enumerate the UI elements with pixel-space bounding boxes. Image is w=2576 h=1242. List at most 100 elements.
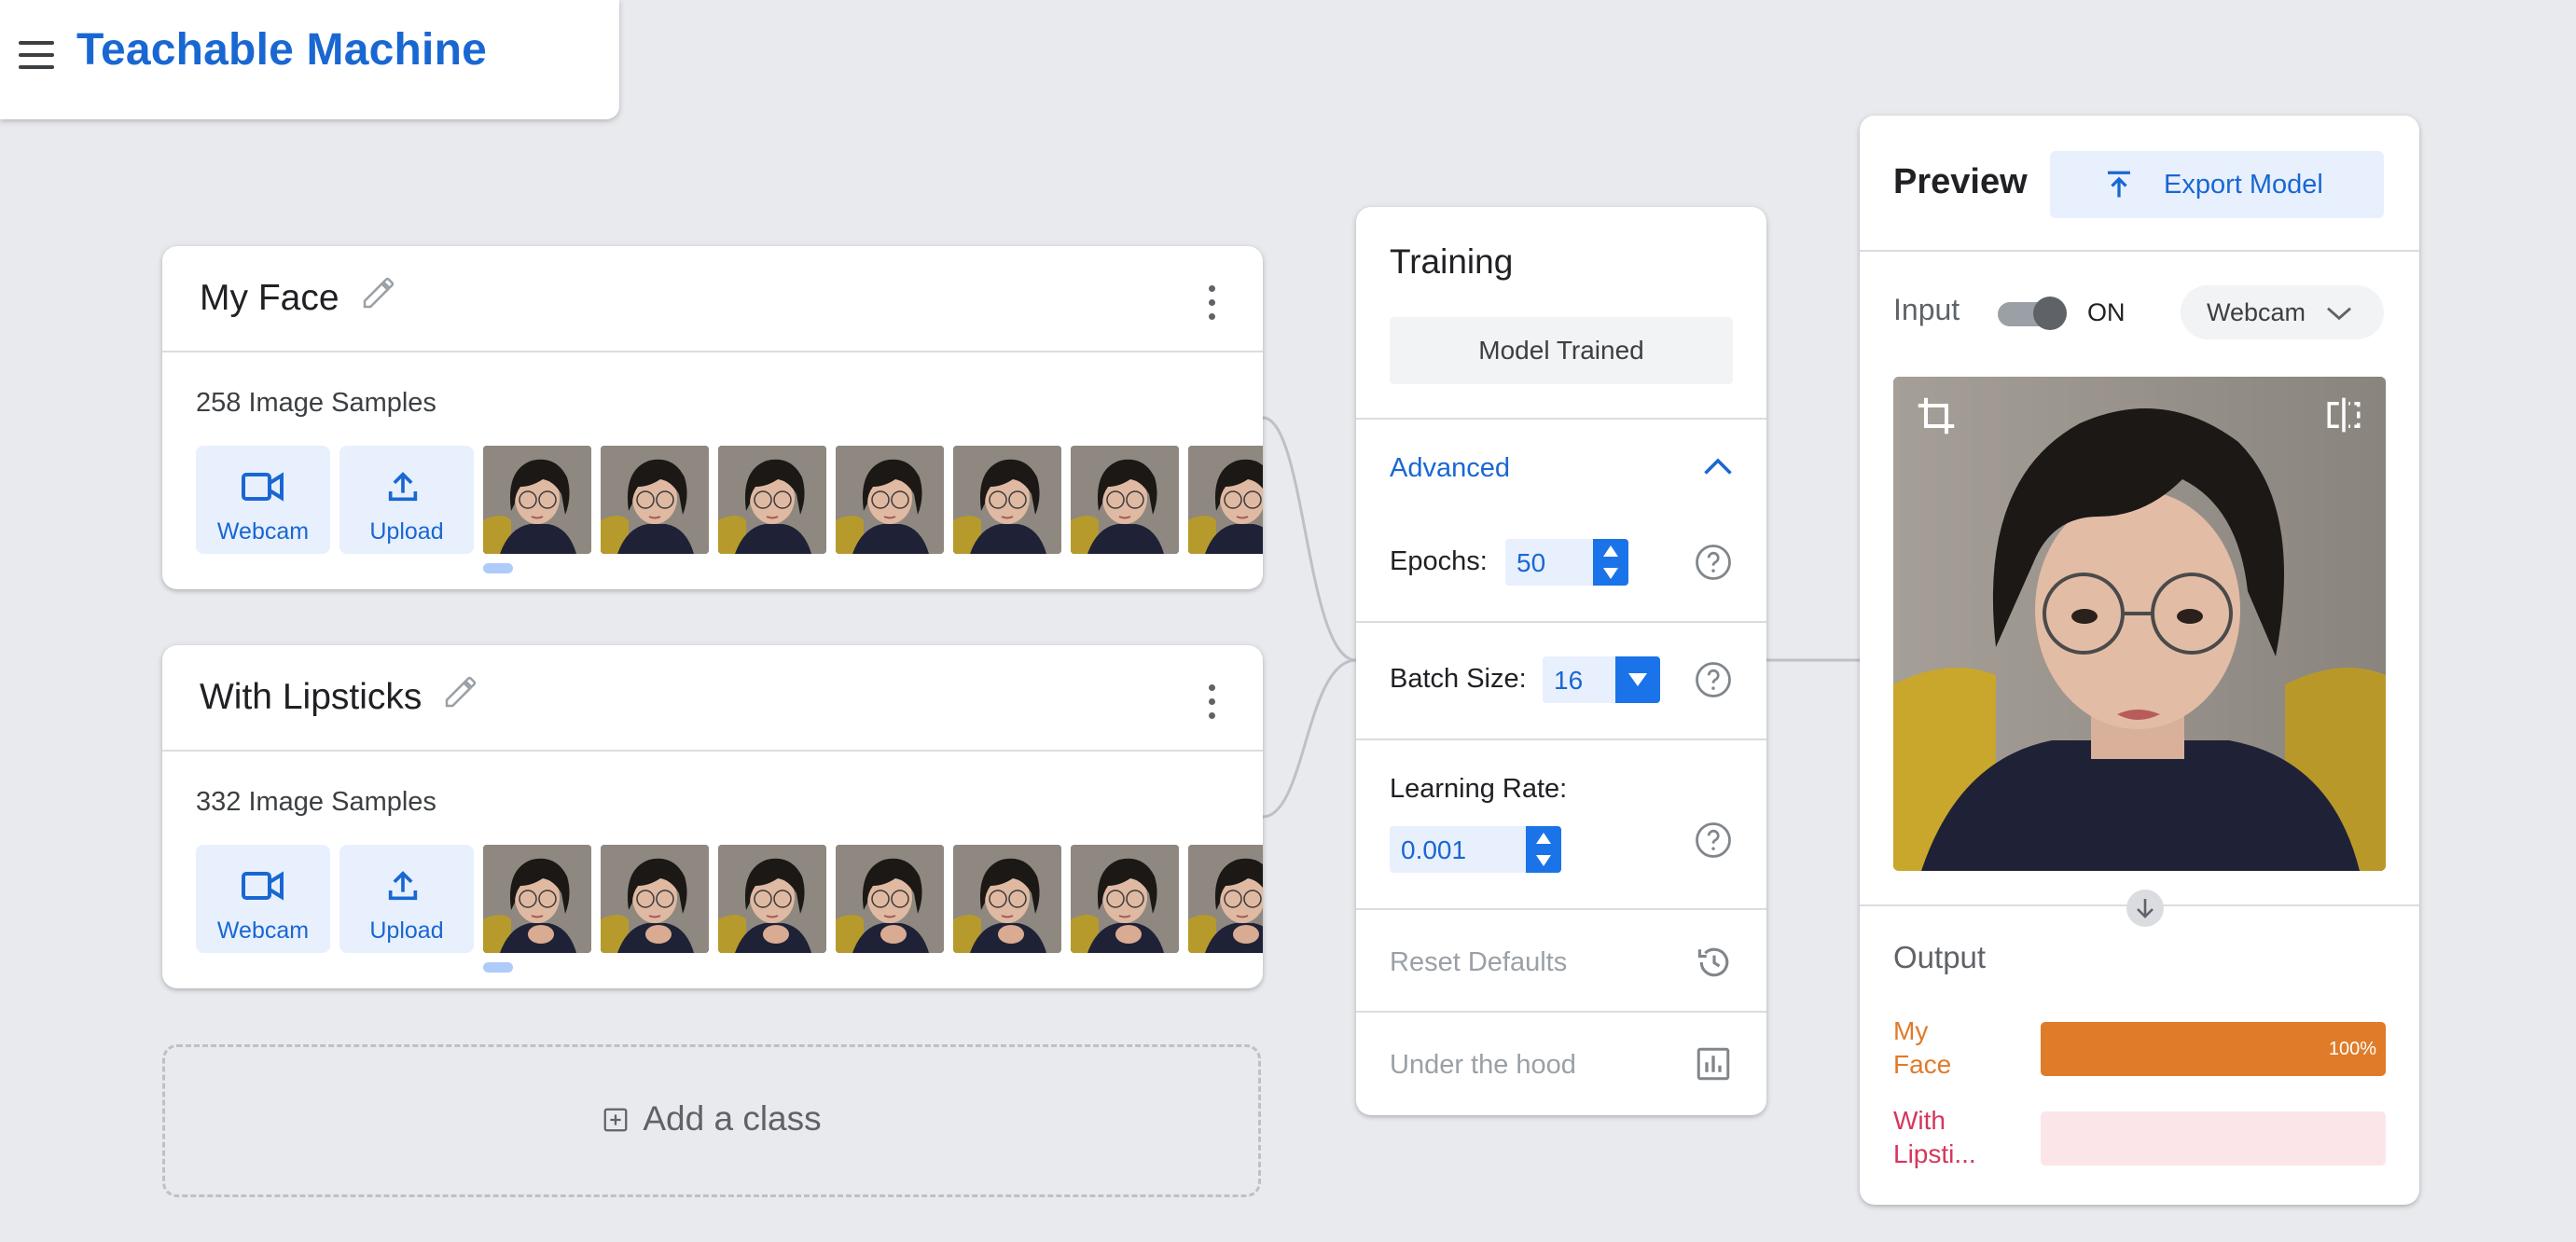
sample-count: 332 Image Samples <box>196 787 436 817</box>
sample-thumbnail[interactable] <box>483 845 591 953</box>
upload-button-label: Upload <box>369 918 444 944</box>
learning-rate-stepper[interactable]: 0.001 <box>1390 826 1561 873</box>
input-source-select[interactable]: Webcam <box>2181 285 2384 339</box>
sample-thumbnail[interactable] <box>718 845 826 953</box>
chevron-down-icon <box>2327 307 2351 321</box>
sample-thumbnail[interactable] <box>836 845 944 953</box>
upload-icon <box>388 871 418 901</box>
plus-box-icon <box>603 1108 628 1132</box>
help-icon[interactable] <box>1694 660 1733 699</box>
confidence-bar: 100% <box>2041 1022 2386 1076</box>
class-header: With Lipsticks <box>162 645 1263 752</box>
upload-icon <box>388 472 418 502</box>
epochs-stepper[interactable]: 50 <box>1505 539 1628 586</box>
sample-thumbnail[interactable] <box>601 446 709 554</box>
upload-button[interactable]: Upload <box>339 845 474 953</box>
webcam-button[interactable]: Webcam <box>196 845 330 953</box>
thumbnail-scroll-indicator[interactable] <box>483 962 513 973</box>
confidence-percent: 100% <box>2328 1039 2376 1059</box>
class-card: With Lipsticks 332 Image Samples Webcam … <box>162 645 1263 988</box>
output-class-label-line: Lipsti... <box>1893 1139 1976 1168</box>
preview-title: Preview <box>1893 162 2028 201</box>
batch-size-select[interactable]: 16 <box>1543 656 1660 703</box>
stepper-arrows-icon[interactable] <box>1526 826 1561 873</box>
under-the-hood-button[interactable]: Under the hood <box>1356 1013 1766 1113</box>
epochs-value: 50 <box>1517 548 1546 577</box>
webcam-button-label: Webcam <box>216 918 310 944</box>
add-class-text: Add a class <box>643 1099 822 1138</box>
class-header: My Face <box>162 246 1263 352</box>
class-name[interactable]: With Lipsticks <box>200 677 422 718</box>
advanced-toggle[interactable]: Advanced <box>1356 420 1766 518</box>
preview-panel: Preview Export Model Input ON Webcam Out… <box>1860 116 2419 1205</box>
sample-thumbnails <box>483 446 1263 554</box>
output-class-label-line: My <box>1893 1016 1929 1045</box>
class-card: My Face 258 Image Samples Webcam Upload <box>162 246 1263 589</box>
sample-thumbnail[interactable] <box>1188 845 1263 953</box>
bar-chart-icon <box>1697 1047 1730 1081</box>
learning-rate-value: 0.001 <box>1401 835 1467 864</box>
train-model-button[interactable]: Model Trained <box>1390 317 1733 384</box>
reset-defaults-button[interactable]: Reset Defaults <box>1356 910 1766 1011</box>
sample-thumbnail[interactable] <box>836 446 944 554</box>
more-options-icon[interactable] <box>1209 684 1216 720</box>
more-options-icon[interactable] <box>1209 285 1216 321</box>
input-label: Input <box>1893 293 1960 326</box>
confidence-bar <box>2041 1111 2386 1166</box>
export-model-button[interactable]: Export Model <box>2050 151 2384 218</box>
epochs-label: Epochs: <box>1390 546 1488 576</box>
training-title: Training <box>1390 242 1514 281</box>
video-camera-icon <box>242 472 284 502</box>
output-label: Output <box>1893 940 1987 974</box>
webcam-preview <box>1893 377 2386 871</box>
edit-pencil-icon[interactable] <box>360 274 397 311</box>
history-icon <box>1697 947 1729 977</box>
sample-thumbnail[interactable] <box>718 446 826 554</box>
output-class-label-line: With <box>1893 1106 1946 1135</box>
learning-rate-label: Learning Rate: <box>1390 774 1568 804</box>
reset-defaults-label: Reset Defaults <box>1390 947 1568 977</box>
help-icon[interactable] <box>1694 543 1733 582</box>
video-camera-icon <box>242 871 284 901</box>
batch-size-value: 16 <box>1554 666 1584 695</box>
train-model-button-label: Model Trained <box>1478 336 1644 365</box>
flip-horizontal-icon[interactable] <box>2324 395 2363 435</box>
sample-count: 258 Image Samples <box>196 388 436 418</box>
toggle-state-label: ON <box>2087 298 2126 326</box>
arrow-down-icon <box>2126 890 2164 927</box>
help-icon[interactable] <box>1694 821 1733 860</box>
sample-thumbnails <box>483 845 1263 953</box>
training-panel: Training Model Trained Advanced Epochs: … <box>1356 207 1766 1115</box>
sample-thumbnail[interactable] <box>1071 845 1179 953</box>
edit-pencil-icon[interactable] <box>442 673 479 711</box>
advanced-label: Advanced <box>1390 453 1510 483</box>
dropdown-arrow-icon[interactable] <box>1615 656 1660 703</box>
class-name[interactable]: My Face <box>200 278 339 319</box>
under-the-hood-label: Under the hood <box>1390 1050 1576 1080</box>
sample-thumbnail[interactable] <box>953 446 1061 554</box>
crop-icon[interactable] <box>1916 395 1957 436</box>
sample-thumbnail[interactable] <box>601 845 709 953</box>
output-class-label: With Lipsti... <box>1893 1104 1976 1171</box>
input-toggle[interactable] <box>1998 297 2067 330</box>
webcam-button-label: Webcam <box>216 518 310 545</box>
input-source-value: Webcam <box>2207 298 2306 326</box>
add-class-button[interactable]: Add a class <box>162 1044 1261 1197</box>
webcam-button[interactable]: Webcam <box>196 446 330 554</box>
webcam-frame-image <box>1893 377 2386 871</box>
output-class-label-line: Face <box>1893 1050 1952 1079</box>
menu-icon[interactable] <box>19 41 54 69</box>
app-header: Teachable Machine <box>0 0 619 119</box>
export-upload-icon <box>2108 171 2130 198</box>
stepper-arrows-icon[interactable] <box>1593 539 1628 586</box>
sample-thumbnail[interactable] <box>483 446 591 554</box>
output-class-label: My Face <box>1893 1014 1951 1082</box>
thumbnail-scroll-indicator[interactable] <box>483 563 513 573</box>
sample-thumbnail[interactable] <box>1188 446 1263 554</box>
upload-button[interactable]: Upload <box>339 446 474 554</box>
export-model-label: Export Model <box>2164 170 2323 200</box>
sample-thumbnail[interactable] <box>953 845 1061 953</box>
app-title[interactable]: Teachable Machine <box>76 24 487 76</box>
sample-thumbnail[interactable] <box>1071 446 1179 554</box>
batch-size-label: Batch Size: <box>1390 664 1527 694</box>
